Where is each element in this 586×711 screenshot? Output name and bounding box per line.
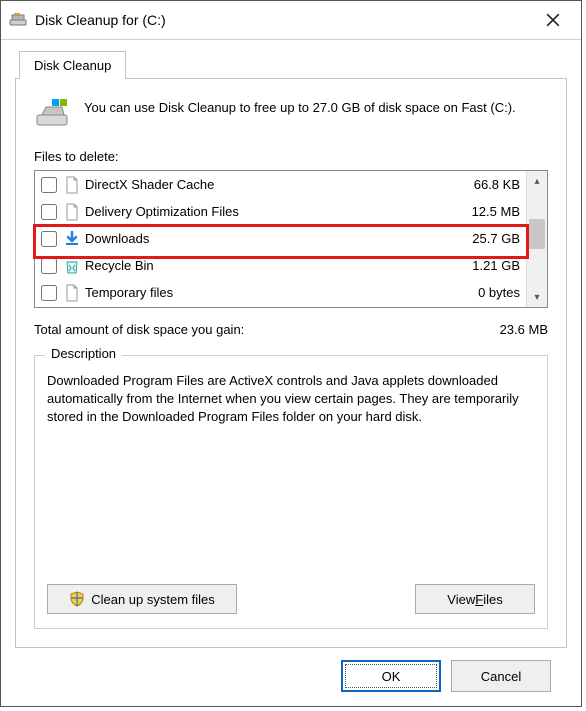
file-icon [63, 203, 81, 221]
item-size: 0 bytes [456, 285, 520, 300]
tabs: Disk Cleanup [19, 50, 567, 78]
item-checkbox[interactable] [41, 204, 57, 220]
shield-icon [69, 591, 85, 607]
client-area: Disk Cleanup You can use Disk Cleanup to… [1, 40, 581, 706]
total-row: Total amount of disk space you gain: 23.… [34, 322, 548, 337]
item-checkbox[interactable] [41, 231, 57, 247]
list-item[interactable]: DirectX Shader Cache 66.8 KB [35, 171, 526, 198]
item-name: Temporary files [85, 285, 456, 300]
scroll-up-icon[interactable]: ▴ [527, 171, 547, 191]
titlebar: Disk Cleanup for (C:) [1, 1, 581, 40]
item-name: Downloads [85, 231, 456, 246]
scroll-track[interactable] [527, 191, 547, 287]
item-name: Delivery Optimization Files [85, 204, 456, 219]
total-label: Total amount of disk space you gain: [34, 322, 244, 337]
item-checkbox[interactable] [41, 177, 57, 193]
download-arrow-icon [63, 230, 81, 248]
files-to-delete-label: Files to delete: [34, 149, 548, 164]
recycle-bin-icon [63, 257, 81, 275]
files-list-box: DirectX Shader Cache 66.8 KB Delivery Op… [34, 170, 548, 308]
intro: You can use Disk Cleanup to free up to 2… [34, 95, 548, 131]
item-size: 1.21 GB [456, 258, 520, 273]
scroll-down-icon[interactable]: ▾ [527, 287, 547, 307]
disk-cleanup-window: Disk Cleanup for (C:) Disk Cleanup [0, 0, 582, 707]
tab-disk-cleanup[interactable]: Disk Cleanup [19, 51, 126, 79]
ok-button[interactable]: OK [341, 660, 441, 692]
files-list[interactable]: DirectX Shader Cache 66.8 KB Delivery Op… [35, 171, 526, 307]
window-title: Disk Cleanup for (C:) [35, 12, 533, 28]
scroll-thumb[interactable] [529, 219, 545, 249]
clean-up-label: Clean up system files [91, 592, 215, 607]
clean-up-system-files-button[interactable]: Clean up system files [47, 584, 237, 614]
intro-text: You can use Disk Cleanup to free up to 2… [84, 95, 516, 117]
description-legend: Description [45, 346, 122, 361]
item-checkbox[interactable] [41, 285, 57, 301]
list-item[interactable]: Downloads 25.7 GB [35, 225, 526, 252]
item-name: Recycle Bin [85, 258, 456, 273]
close-icon [546, 13, 560, 27]
item-size: 25.7 GB [456, 231, 520, 246]
item-size: 12.5 MB [456, 204, 520, 219]
item-checkbox[interactable] [41, 258, 57, 274]
list-item[interactable]: Delivery Optimization Files 12.5 MB [35, 198, 526, 225]
file-icon [63, 284, 81, 302]
disk-cleanup-icon [9, 11, 27, 29]
item-size: 66.8 KB [456, 177, 520, 192]
view-files-button[interactable]: View Files [415, 584, 535, 614]
dialog-buttons: OK Cancel [15, 648, 567, 692]
drive-icon [34, 95, 70, 131]
scrollbar[interactable]: ▴ ▾ [526, 171, 547, 307]
description-text: Downloaded Program Files are ActiveX con… [47, 372, 535, 427]
cancel-button[interactable]: Cancel [451, 660, 551, 692]
total-value: 23.6 MB [500, 322, 548, 337]
description-group: Description Downloaded Program Files are… [34, 355, 548, 629]
list-item[interactable]: Recycle Bin 1.21 GB [35, 252, 526, 279]
close-button[interactable] [533, 1, 573, 39]
item-name: DirectX Shader Cache [85, 177, 456, 192]
tab-panel: You can use Disk Cleanup to free up to 2… [15, 78, 567, 648]
file-icon [63, 176, 81, 194]
list-item[interactable]: Temporary files 0 bytes [35, 279, 526, 306]
